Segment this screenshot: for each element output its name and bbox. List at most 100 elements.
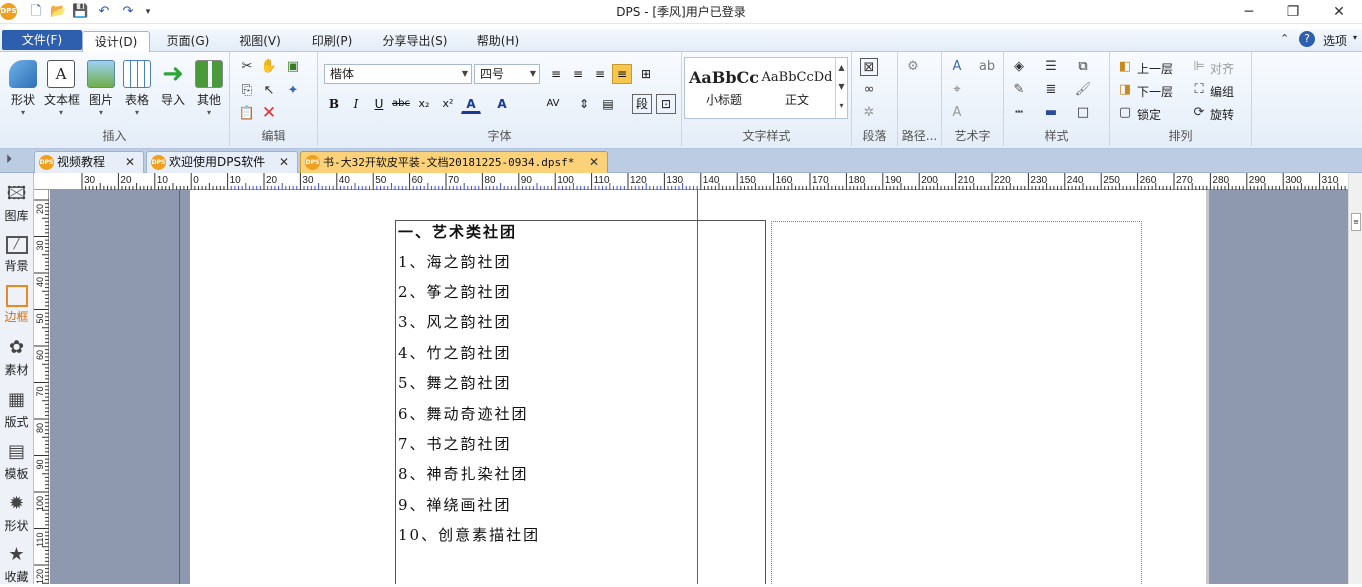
lock-button[interactable]: 锁定 <box>1137 106 1161 123</box>
send-backward-icon[interactable]: ◨ <box>1116 81 1134 99</box>
wrap-text-icon[interactable]: ⧉ <box>1074 58 1092 76</box>
hand-pan-icon[interactable]: ✋ <box>260 58 278 76</box>
collapse-ribbon-icon[interactable]: ⌃ <box>1280 32 1289 45</box>
font-color-icon[interactable]: A <box>461 94 481 114</box>
send-backward-button[interactable]: 下一层 <box>1137 83 1173 100</box>
panel-item-material[interactable]: ✿ 素材 <box>0 330 33 380</box>
options-menu[interactable]: 选项 <box>1323 32 1347 49</box>
paragraph-spacing-icon[interactable]: 段 <box>632 94 652 114</box>
art-text-style-icon[interactable]: ab <box>978 58 996 76</box>
doc-tab-welcome[interactable]: DPS 欢迎使用DPS软件 ✕ <box>146 151 298 173</box>
text-frame-icon[interactable]: ⊡ <box>656 94 676 114</box>
bold-icon[interactable]: B <box>324 94 344 114</box>
style-subtitle[interactable]: AaBbCc 小标题 <box>687 58 761 118</box>
tab-page[interactable]: 页面(G) <box>160 31 216 52</box>
panel-item-template[interactable]: ▤ 模板 <box>0 434 33 484</box>
text-frame[interactable]: 一、艺术类社团 1、海之韵社团 2、筝之韵社团 3、风之韵社团 4、竹之韵社团 … <box>395 220 766 584</box>
line-style-icon[interactable]: ≣ <box>1042 81 1060 99</box>
line-color-icon[interactable]: ✎ <box>1010 81 1028 99</box>
open-folder-icon[interactable]: 📂 <box>50 4 66 20</box>
document-canvas[interactable]: 一、艺术类社团 1、海之韵社团 2、筝之韵社团 3、风之韵社团 4、竹之韵社团 … <box>50 190 1348 584</box>
align-center-icon[interactable]: ≡ <box>568 64 588 84</box>
close-tab-icon[interactable]: ✕ <box>125 152 135 172</box>
art-text-shadow-icon[interactable]: A <box>948 104 966 122</box>
unlink-icon[interactable]: ✲ <box>860 104 878 122</box>
magic-wand-icon[interactable]: ✦ <box>284 82 302 100</box>
close-tab-icon[interactable]: ✕ <box>279 152 289 172</box>
shape-button[interactable]: 形状 ▾ <box>6 58 40 118</box>
group-objects-button[interactable]: 编组 <box>1210 83 1234 100</box>
bullet-list-icon[interactable]: ☰ <box>1042 58 1060 76</box>
textbox-button[interactable]: A 文本框 ▾ <box>44 58 80 118</box>
align-right-icon[interactable]: ≡ <box>590 64 610 84</box>
char-spacing-icon[interactable]: AV <box>543 94 563 114</box>
panel-item-background[interactable]: ╱ 背景 <box>0 228 33 278</box>
bring-forward-button[interactable]: 上一层 <box>1137 60 1173 77</box>
panel-item-shape[interactable]: ✹ 形状 <box>0 486 33 536</box>
image-button[interactable]: 图片 ▾ <box>84 58 118 118</box>
vertical-ruler[interactable]: 20 30 40 50 60 70 80 90 100 110 120 <box>34 190 49 584</box>
vertical-scrollbar[interactable]: ≡ <box>1348 173 1362 584</box>
font-size-up-icon[interactable]: A <box>492 94 512 114</box>
copy-icon[interactable]: ⎘ <box>238 82 256 100</box>
style-body[interactable]: AaBbCcDd 正文 <box>761 58 833 118</box>
lock-icon[interactable]: ▢ <box>1116 104 1134 122</box>
maximize-icon[interactable]: ❐ <box>1278 2 1308 22</box>
art-text-icon[interactable]: A <box>948 58 966 76</box>
delete-icon[interactable]: ✕ <box>260 104 278 122</box>
art-text-effect-icon[interactable]: ⌖ <box>948 81 966 99</box>
format-brush-icon[interactable]: 🖌 <box>1074 81 1092 99</box>
scrollbar-thumb[interactable]: ≡ <box>1351 213 1361 231</box>
strikethrough-icon[interactable]: abc <box>391 94 411 114</box>
columns-icon[interactable]: ▤ <box>598 94 618 114</box>
help-icon[interactable]: ? <box>1299 31 1315 47</box>
cut-icon[interactable]: ✂ <box>238 58 256 76</box>
image-tool-icon[interactable]: ▣ <box>284 58 302 76</box>
subscript-icon[interactable]: x₂ <box>414 94 434 114</box>
empty-text-frame[interactable] <box>771 221 1142 584</box>
rotate-icon[interactable]: ⟳ <box>1190 104 1208 122</box>
rotate-button[interactable]: 旋转 <box>1210 106 1234 123</box>
align-left-icon[interactable]: ≡ <box>546 64 566 84</box>
line-spacing-icon[interactable]: ⇕ <box>574 94 594 114</box>
font-size-select[interactable]: 四号 ▼ <box>474 64 540 84</box>
minimize-icon[interactable]: ─ <box>1234 2 1264 22</box>
panel-toggle-icon[interactable]: ⏵ <box>6 152 12 167</box>
align-justify-icon[interactable]: ≡ <box>612 64 632 84</box>
align-objects-icon[interactable]: ⊫ <box>1190 58 1208 76</box>
italic-icon[interactable]: I <box>346 94 366 114</box>
style-gallery-scroll-icon[interactable]: ▲ ▼ ▾ <box>835 58 847 118</box>
tab-share-export[interactable]: 分享导出(S) <box>376 31 454 52</box>
tab-design[interactable]: 设计(D) <box>82 31 150 52</box>
customize-toolbar-icon[interactable]: ▾ <box>140 4 156 20</box>
tab-print[interactable]: 印刷(P) <box>304 31 360 52</box>
paragraph-format-icon[interactable]: ⊠ <box>860 58 878 76</box>
panel-item-favorites[interactable]: ★ 收藏 <box>0 537 33 587</box>
shadow-box-icon[interactable]: □ <box>1074 104 1092 122</box>
align-objects-button[interactable]: 对齐 <box>1210 60 1234 77</box>
group-objects-icon[interactable]: ⛶ <box>1190 81 1208 99</box>
save-icon[interactable]: 💾 <box>72 4 88 20</box>
file-menu[interactable]: 文件(F) <box>2 30 82 50</box>
dash-style-icon[interactable]: ┅ <box>1010 104 1028 122</box>
align-distribute-icon[interactable]: ⊞ <box>636 64 656 84</box>
redo-icon[interactable]: ↷ <box>120 4 136 20</box>
tab-help[interactable]: 帮助(H) <box>470 31 526 52</box>
fill-color-icon[interactable]: ◈ <box>1010 58 1028 76</box>
close-icon[interactable]: ✕ <box>1324 2 1354 22</box>
select-arrow-icon[interactable]: ↖ <box>260 82 278 100</box>
other-button[interactable]: 其他 ▾ <box>192 58 226 118</box>
paste-icon[interactable]: 📋 <box>238 105 256 123</box>
close-tab-icon[interactable]: ✕ <box>589 152 599 172</box>
font-family-select[interactable]: 楷体 ▼ <box>324 64 472 84</box>
table-button[interactable]: 表格 ▾ <box>120 58 154 118</box>
underline-icon[interactable]: U <box>369 94 389 114</box>
new-file-icon[interactable]: 🗋 <box>28 4 44 20</box>
line-weight-icon[interactable]: ▬ <box>1042 104 1060 122</box>
tab-view[interactable]: 视图(V) <box>232 31 288 52</box>
link-icon[interactable]: ∞ <box>860 81 878 99</box>
superscript-icon[interactable]: x² <box>438 94 458 114</box>
undo-icon[interactable]: ↶ <box>96 4 112 20</box>
import-button[interactable]: ➜ 导入 <box>156 58 190 118</box>
horizontal-ruler[interactable]: 30 20 10 0 10 20 30 40 50 60 70 80 90 100 110 120 130 140… <box>34 173 1348 190</box>
